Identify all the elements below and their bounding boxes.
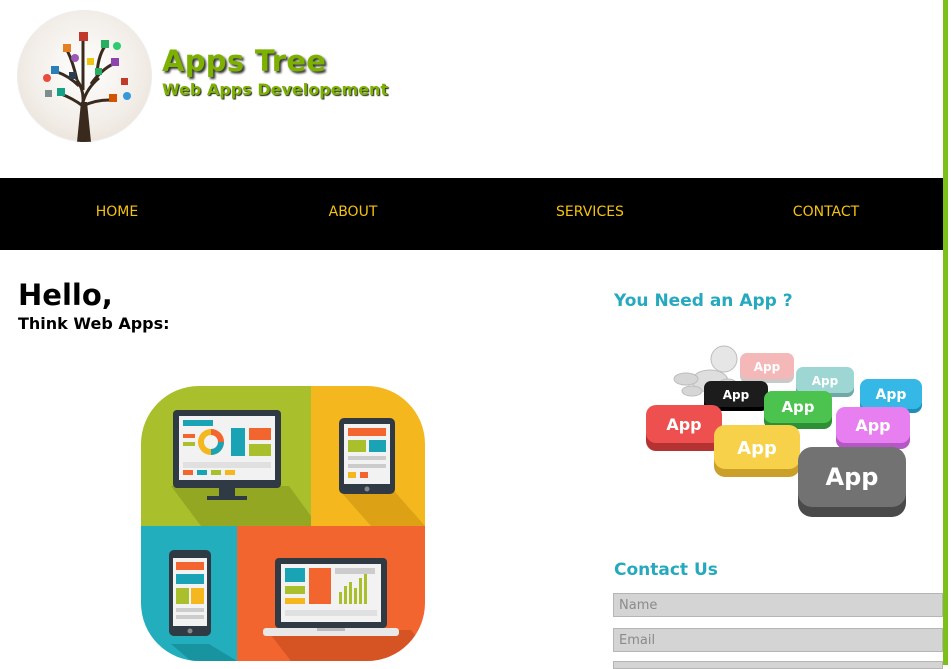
app-key-yellow-label: App	[737, 438, 777, 459]
brand-title: Apps Tree	[162, 44, 327, 78]
brand-subtitle: Web Apps Developement	[162, 80, 389, 99]
nav-services[interactable]: SERVICES	[556, 178, 624, 250]
app-key-mint-label: App	[812, 374, 839, 388]
app-key-blue-label: App	[876, 387, 907, 403]
tree-logo-graphic	[43, 32, 131, 142]
app-key-green-label: App	[781, 398, 814, 416]
email-field[interactable]	[613, 628, 943, 652]
app-key-red-label: App	[666, 415, 701, 434]
app-key-black-label: App	[723, 388, 750, 402]
nav-home[interactable]: HOME	[96, 178, 138, 250]
nav-about[interactable]: ABOUT	[329, 178, 378, 250]
name-field[interactable]	[613, 593, 943, 617]
main-nav: HOME ABOUT SERVICES CONTACT	[0, 178, 943, 250]
app-key-pink-label: App	[754, 360, 781, 374]
greeting-heading: Hello,	[18, 278, 113, 312]
message-field[interactable]	[613, 661, 943, 669]
app-key-gray-label: App	[826, 463, 879, 491]
tagline: Think Web Apps:	[18, 314, 170, 333]
app-key-magenta-label: App	[855, 416, 890, 435]
right-edge-accent-bar	[943, 0, 948, 665]
app-promo-heading: You Need an App ?	[614, 291, 793, 311]
contact-heading: Contact Us	[614, 560, 718, 580]
nav-contact[interactable]: CONTACT	[793, 178, 859, 250]
app-keys-illustration: App App App App App App App App App	[640, 335, 930, 530]
tree-logo[interactable]	[17, 10, 152, 142]
web-apps-illustration	[141, 386, 425, 661]
